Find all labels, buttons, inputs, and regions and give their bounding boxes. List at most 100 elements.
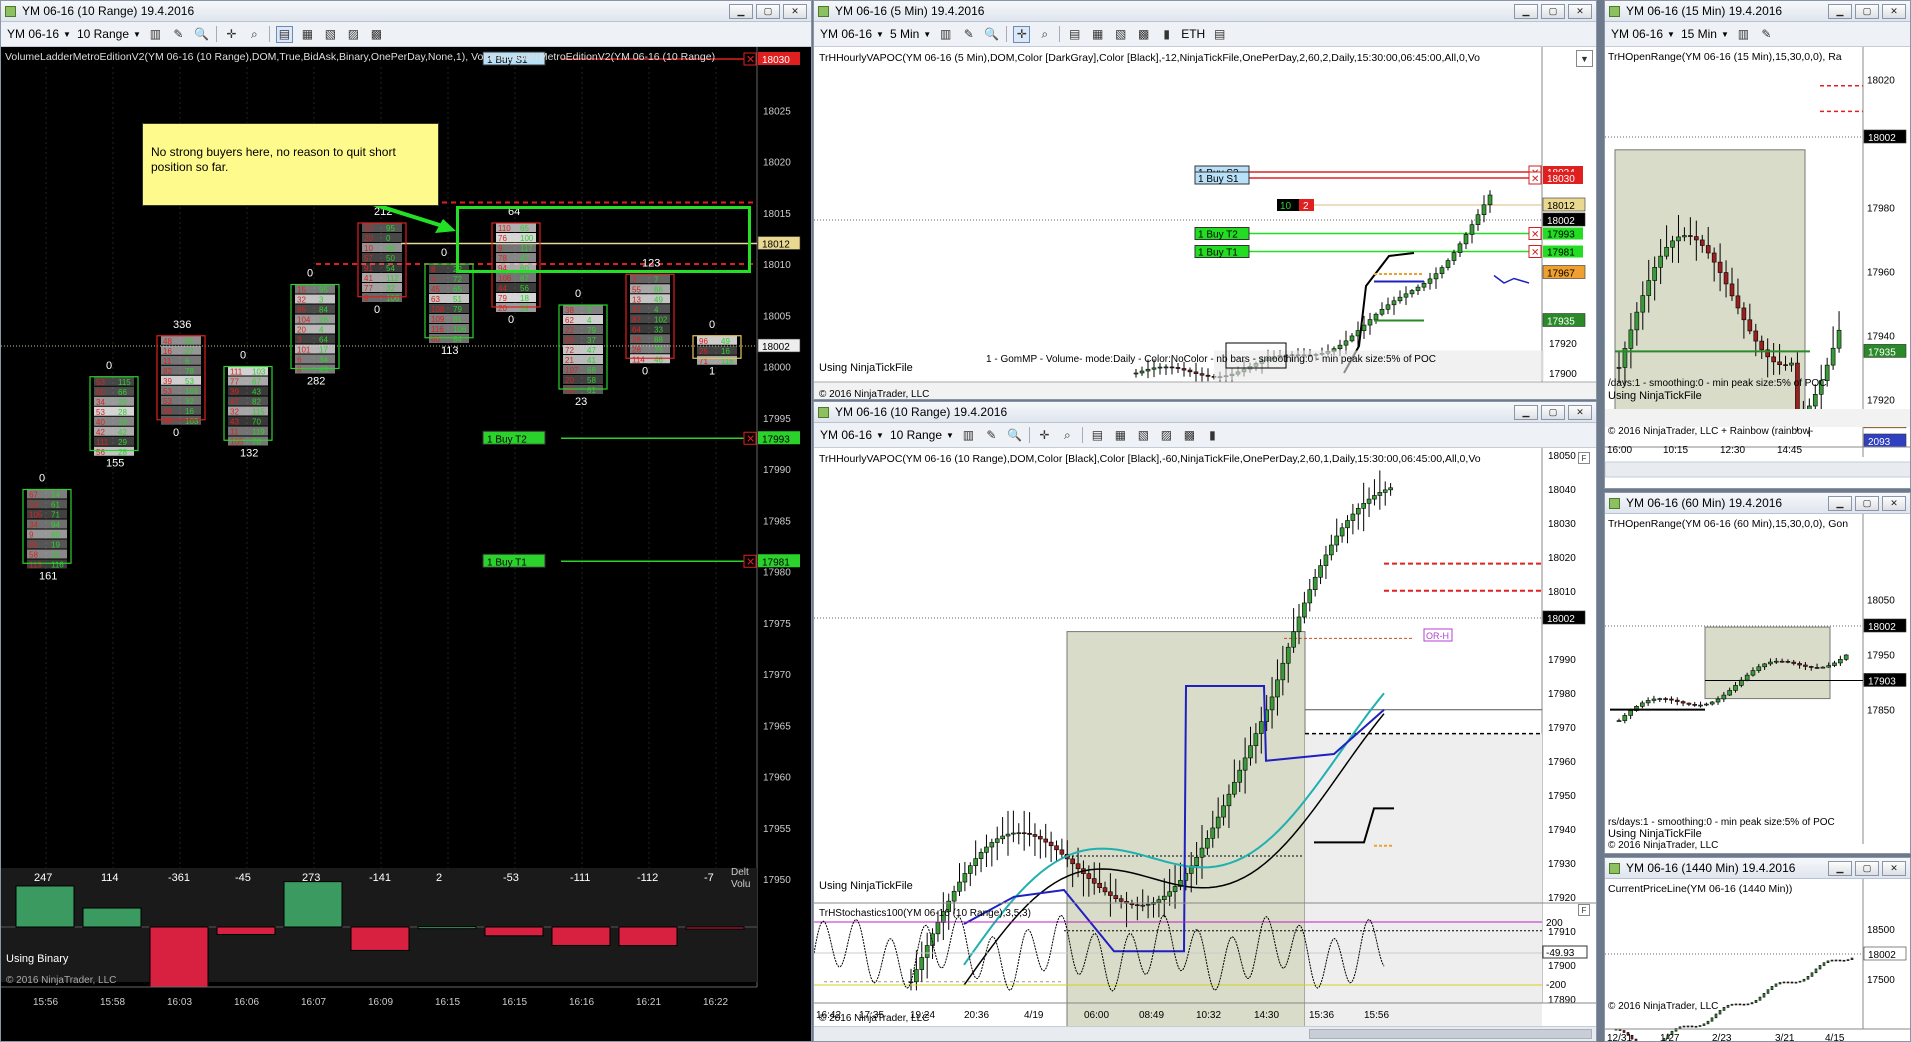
properties-icon[interactable]: ▨ (345, 26, 362, 43)
draw-pencil-icon[interactable]: ✎ (170, 26, 187, 43)
candle (1742, 1003, 1746, 1006)
instrument-selector[interactable]: YM 06-16 ▼ (820, 428, 884, 442)
data-box-icon[interactable]: ▧ (322, 26, 339, 43)
bar-type-icon[interactable]: ▥ (960, 427, 977, 444)
maximize-button[interactable]: ▢ (1541, 4, 1565, 19)
candle (1318, 565, 1323, 578)
crosshair-icon[interactable]: ✛ (1013, 25, 1031, 43)
panel-toggle-icon[interactable]: F (1578, 452, 1590, 464)
highlight-rectangle[interactable] (456, 206, 751, 273)
period-selector[interactable]: 5 Min ▼ (890, 27, 931, 41)
zoom-icon[interactable]: 🔍 (983, 26, 1000, 43)
candle (1822, 962, 1826, 966)
data-box-icon[interactable]: ▧ (1135, 427, 1152, 444)
instrument-selector[interactable]: YM 06-16 ▼ (1611, 27, 1675, 41)
properties-icon[interactable]: ▨ (1158, 427, 1175, 444)
strategies-icon[interactable]: ▦ (1112, 427, 1129, 444)
chart-60min[interactable]: 18050 17950 17850 18002 17903 TrHOpenRange(Y… (1605, 514, 1910, 853)
chart-1440min[interactable]: 18500 17500 18002 12/31 1/27 2/23 3/21 4/15 Cur… (1605, 879, 1910, 1041)
data-box-icon[interactable]: ▧ (1112, 26, 1129, 43)
bar-type-icon[interactable]: ▥ (1735, 26, 1752, 43)
indicators-icon[interactable]: ▤ (275, 25, 293, 43)
instrument-selector[interactable]: YM 06-16 ▼ (7, 27, 71, 41)
maximize-button[interactable]: ▢ (1855, 4, 1879, 19)
time-axis-label: 15:56 (33, 997, 58, 1008)
title-bar[interactable]: YM 06-16 (10 Range) 19.4.2016 ▁ ▢ ✕ (1, 1, 811, 22)
crosshair-icon[interactable]: ✛ (1036, 427, 1053, 444)
title-bar[interactable]: YM 06-16 (5 Min) 19.4.2016 ▁ ▢ ✕ (814, 1, 1596, 22)
draw-pencil-icon[interactable]: ✎ (960, 26, 977, 43)
candle (1669, 698, 1674, 701)
close-button[interactable]: ✕ (1568, 4, 1592, 19)
period-selector[interactable]: 15 Min ▼ (1681, 27, 1729, 41)
candle (1167, 891, 1172, 897)
window-10range[interactable]: YM 06-16 (10 Range) 19.4.2016 ▁ ▢ ✕ YM 0… (813, 401, 1597, 1042)
draw-pencil-icon[interactable]: ✎ (1758, 26, 1775, 43)
chart-trader-icon[interactable]: ▩ (1135, 26, 1152, 43)
indicators-icon[interactable]: ▤ (1089, 427, 1106, 444)
instrument-selector[interactable]: YM 06-16 ▼ (820, 27, 884, 41)
bar-chart-icon[interactable]: ▮ (1158, 26, 1175, 43)
bar-type-icon[interactable]: ▥ (937, 26, 954, 43)
bar-chart-icon[interactable]: ▮ (1204, 427, 1221, 444)
price-axis-label: 18015 (763, 209, 791, 220)
close-button[interactable]: ✕ (1882, 4, 1906, 19)
magnifier-icon[interactable]: ⌕ (246, 26, 263, 43)
volume-profile (1493, 274, 1530, 284)
title-bar[interactable]: YM 06-16 (60 Min) 19.4.2016 ▁ ▢ ✕ (1605, 493, 1910, 514)
ask-volume: 46 (654, 355, 663, 364)
strategies-icon[interactable]: ▦ (1089, 26, 1106, 43)
minimize-button[interactable]: ▁ (1828, 861, 1852, 876)
maximize-button[interactable]: ▢ (756, 4, 780, 19)
candle (1738, 1003, 1742, 1006)
indicators-icon[interactable]: ▤ (1066, 26, 1083, 43)
strategies-icon[interactable]: ▦ (299, 26, 316, 43)
magnifier-icon[interactable]: ⌕ (1059, 427, 1076, 444)
collapse-toggle-icon[interactable]: ▼ (1576, 50, 1593, 67)
order-price: 17993 (762, 434, 790, 445)
candle (1350, 513, 1356, 521)
title-bar[interactable]: YM 06-16 (15 Min) 19.4.2016 ▁ ▢ ✕ (1605, 1, 1910, 22)
window-volume-ladder[interactable]: YM 06-16 (10 Range) 19.4.2016 ▁ ▢ ✕ YM 0… (0, 0, 812, 1042)
minimize-button[interactable]: ▁ (1514, 4, 1538, 19)
window-5min[interactable]: YM 06-16 (5 Min) 19.4.2016 ▁ ▢ ✕ YM 06-1… (813, 0, 1597, 400)
maximize-button[interactable]: ▢ (1541, 405, 1565, 420)
maximize-button[interactable]: ▢ (1855, 861, 1879, 876)
crosshair-icon[interactable]: ✛ (223, 26, 240, 43)
close-button[interactable]: ✕ (783, 4, 807, 19)
candle (1838, 959, 1842, 962)
minimize-button[interactable]: ▁ (1828, 4, 1852, 19)
title-bar[interactable]: YM 06-16 (1440 Min) 19.4.2016 ▁ ▢ ✕ (1605, 858, 1910, 879)
panel-toggle-icon[interactable]: F (1578, 904, 1590, 916)
zoom-icon[interactable]: 🔍 (1006, 427, 1023, 444)
horizontal-scrollbar[interactable] (814, 1026, 1596, 1041)
session-label[interactable]: ETH (1181, 27, 1205, 41)
close-button[interactable]: ✕ (1882, 496, 1906, 511)
chart-trader-icon[interactable]: ▩ (1181, 427, 1198, 444)
close-button[interactable]: ✕ (1568, 405, 1592, 420)
draw-pencil-icon[interactable]: ✎ (983, 427, 1000, 444)
list-icon[interactable]: ▤ (1211, 26, 1228, 43)
period-selector[interactable]: 10 Range ▼ (890, 428, 954, 442)
maximize-button[interactable]: ▢ (1855, 496, 1879, 511)
minimize-button[interactable]: ▁ (1828, 496, 1852, 511)
scrollbar-thumb[interactable] (1309, 1029, 1592, 1039)
zoom-icon[interactable]: 🔍 (193, 26, 210, 43)
chart-trader-icon[interactable]: ▩ (368, 26, 385, 43)
minimize-button[interactable]: ▁ (1514, 405, 1538, 420)
bar-type-icon[interactable]: ▥ (147, 26, 164, 43)
annotation-note[interactable]: No strong buyers here, no reason to quit… (142, 123, 439, 206)
window-1440min[interactable]: YM 06-16 (1440 Min) 19.4.2016 ▁ ▢ ✕ 1850… (1604, 857, 1911, 1042)
close-button[interactable]: ✕ (1882, 861, 1906, 876)
window-15min[interactable]: YM 06-16 (15 Min) 19.4.2016 ▁ ▢ ✕ YM 06-… (1604, 0, 1911, 489)
candle (1118, 898, 1124, 902)
chart-15min[interactable]: 1802017980179601794017920180021793517913… (1605, 47, 1910, 488)
title-bar[interactable]: YM 06-16 (10 Range) 19.4.2016 ▁ ▢ ✕ (814, 402, 1596, 423)
chart-5min[interactable]: 17920179001 Buy S2✕180341 Buy S1✕180301 … (814, 47, 1596, 399)
candle (1750, 1002, 1754, 1005)
chart-10range[interactable]: 1806018050180401803018020180101799017980… (814, 448, 1596, 1041)
period-selector[interactable]: 10 Range ▼ (77, 27, 141, 41)
window-60min[interactable]: YM 06-16 (60 Min) 19.4.2016 ▁ ▢ ✕ 18050 1… (1604, 492, 1911, 854)
minimize-button[interactable]: ▁ (729, 4, 753, 19)
magnifier-icon[interactable]: ⌕ (1036, 26, 1053, 43)
